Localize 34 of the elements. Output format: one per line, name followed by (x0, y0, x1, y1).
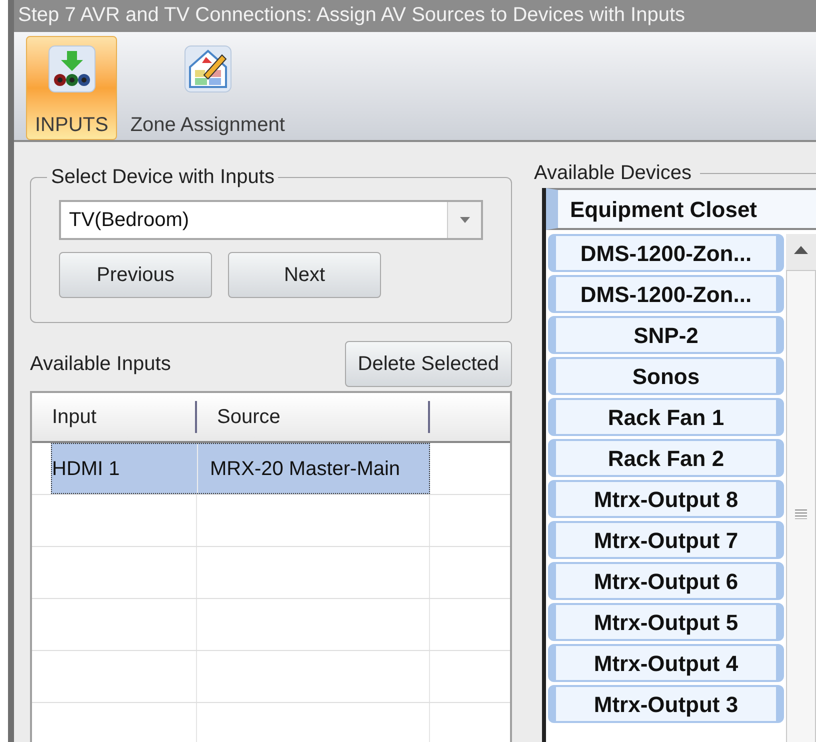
device-item[interactable]: Mtrx-Output 7 (548, 521, 784, 559)
nav-button[interactable]: Next (228, 252, 381, 298)
device-item[interactable]: Mtrx-Output 8 (548, 480, 784, 518)
house-pencil-icon (184, 45, 232, 93)
table-row[interactable]: HDMI 1 MRX-20 Master-Main (51, 443, 430, 494)
scroll-up-icon (794, 246, 808, 254)
device-item[interactable]: Rack Fan 2 (548, 439, 784, 477)
scroll-grip-icon (795, 508, 807, 518)
device-item[interactable]: SNP-2 (548, 316, 784, 354)
device-item[interactable]: DMS-1200-Zon... (548, 234, 784, 272)
device-item[interactable]: Rack Fan 1 (548, 398, 784, 436)
ribbon-button[interactable]: INPUTS (26, 36, 118, 140)
device-item[interactable]: Mtrx-Output 5 (548, 603, 784, 641)
column-header[interactable]: Input (32, 401, 197, 433)
nav-button[interactable]: Previous (59, 252, 212, 298)
scrollbar[interactable] (786, 234, 816, 742)
group-title: Available Devices (534, 161, 692, 186)
ribbon-button[interactable]: Zone Assignment (121, 36, 294, 140)
table-cell: HDMI 1 (52, 444, 198, 493)
column-header[interactable]: Source (197, 401, 430, 433)
dropdown-arrow-icon (460, 217, 470, 223)
category-tab[interactable]: Equipment Closet (546, 188, 816, 230)
device-item[interactable]: Mtrx-Output 4 (548, 644, 784, 682)
delete-selected-button[interactable]: Delete Selected (344, 341, 512, 387)
device-item[interactable]: Mtrx-Output 6 (548, 562, 784, 600)
arrow-and-jacks-icon (48, 45, 96, 93)
device-dropdown[interactable]: TV(Bedroom) (59, 200, 483, 240)
device-item[interactable]: Mtrx-Output 3 (548, 685, 784, 723)
group-title: Select Device with Inputs (50, 165, 276, 190)
device-item[interactable]: DMS-1200-Zon... (548, 275, 784, 313)
section-label: Available Inputs (30, 352, 171, 377)
device-item[interactable]: Sonos (548, 357, 784, 395)
window-title: Step 7 AVR and TV Connections: Assign AV Sources to Devices with Inputs (18, 3, 686, 28)
table-cell-text: MRX-20 Master-Main (209, 456, 402, 482)
